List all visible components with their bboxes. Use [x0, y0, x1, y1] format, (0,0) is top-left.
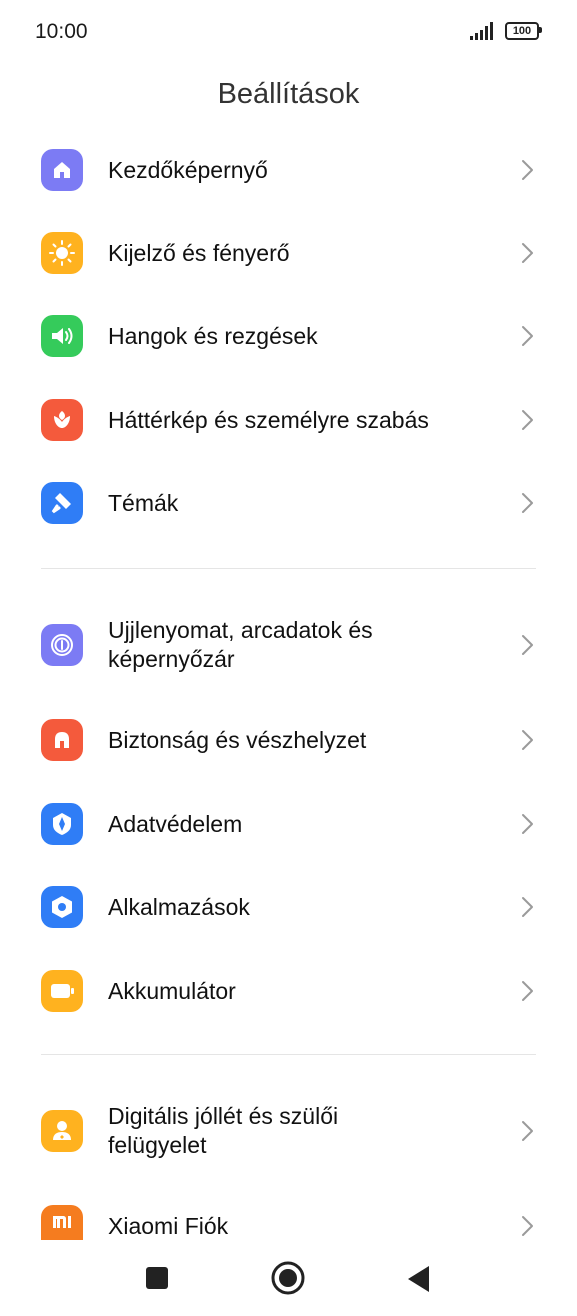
- signal-icon: [470, 22, 493, 40]
- settings-item-display[interactable]: Kijelző és fényerő: [0, 213, 577, 293]
- hexagon-icon: [41, 886, 83, 928]
- navigation-bar: [0, 1240, 577, 1316]
- chevron-right-icon: [522, 410, 533, 430]
- chevron-right-icon: [522, 981, 533, 1001]
- settings-item-label: Akkumulátor: [108, 978, 236, 1004]
- home-button[interactable]: [271, 1261, 305, 1295]
- settings-item-label: Xiaomi Fiók: [108, 1213, 229, 1239]
- section-divider: [41, 568, 536, 569]
- settings-item-label: Kijelző és fényerő: [108, 240, 290, 266]
- settings-item-label: Témák: [108, 490, 179, 516]
- battery-icon: [41, 970, 83, 1012]
- settings-item-label: Háttérkép és személyre szabás: [108, 407, 429, 433]
- chevron-right-icon: [522, 635, 533, 655]
- chevron-right-icon: [522, 730, 533, 750]
- settings-item-label: Hangok és rezgések: [108, 323, 318, 349]
- speaker-icon: [41, 315, 83, 357]
- chevron-right-icon: [522, 243, 533, 263]
- chevron-right-icon: [522, 897, 533, 917]
- battery-level: 100: [505, 22, 539, 40]
- settings-item-label: Adatvédelem: [108, 811, 243, 837]
- sun-icon: [41, 232, 83, 274]
- settings-item-label: Alkalmazások: [108, 894, 250, 920]
- battery-icon: 100: [505, 22, 542, 40]
- settings-item-privacy[interactable]: Adatvédelem: [0, 783, 577, 863]
- settings-item-battery[interactable]: Akkumulátor: [0, 950, 577, 1030]
- home-icon: [41, 149, 83, 191]
- status-bar: 10:00 100: [0, 0, 577, 62]
- chevron-right-icon: [522, 493, 533, 513]
- settings-item-label: Digitális jóllét és szülői felügyelet: [108, 1103, 339, 1158]
- recents-button[interactable]: [146, 1267, 168, 1289]
- settings-item-themes[interactable]: Témák: [0, 463, 577, 543]
- chevron-right-icon: [522, 1216, 533, 1236]
- settings-item-security[interactable]: Biztonság és vészhelyzet: [0, 699, 577, 779]
- wellbeing-icon: [41, 1110, 83, 1152]
- settings-item-wellbeing[interactable]: Digitális jóllét és szülői felügyelet: [0, 1090, 577, 1172]
- back-button[interactable]: [405, 1264, 431, 1294]
- settings-item-xiaomi-account[interactable]: Xiaomi Fiók: [0, 1185, 577, 1240]
- chevron-right-icon: [522, 326, 533, 346]
- flower-icon: [41, 399, 83, 441]
- settings-item-home-screen[interactable]: Kezdőképernyő: [0, 130, 577, 210]
- section-divider: [41, 1054, 536, 1055]
- settings-item-label: Ujjlenyomat, arcadatok és képernyőzár: [108, 617, 373, 672]
- settings-item-wallpaper[interactable]: Háttérkép és személyre szabás: [0, 380, 577, 460]
- mi-icon: [41, 1205, 83, 1240]
- settings-item-fingerprint[interactable]: Ujjlenyomat, arcadatok és képernyőzár: [0, 604, 577, 686]
- settings-item-label: Kezdőképernyő: [108, 157, 268, 183]
- status-time: 10:00: [35, 20, 88, 43]
- chevron-right-icon: [522, 814, 533, 834]
- shield-icon: [41, 719, 83, 761]
- settings-item-label: Biztonság és vészhelyzet: [108, 727, 367, 753]
- chevron-right-icon: [522, 160, 533, 180]
- brush-icon: [41, 482, 83, 524]
- fingerprint-icon: [41, 624, 83, 666]
- settings-item-sound[interactable]: Hangok és rezgések: [0, 296, 577, 376]
- settings-item-apps[interactable]: Alkalmazások: [0, 866, 577, 946]
- chevron-right-icon: [522, 1121, 533, 1141]
- privacy-icon: [41, 803, 83, 845]
- page-title: Beállítások: [217, 78, 360, 110]
